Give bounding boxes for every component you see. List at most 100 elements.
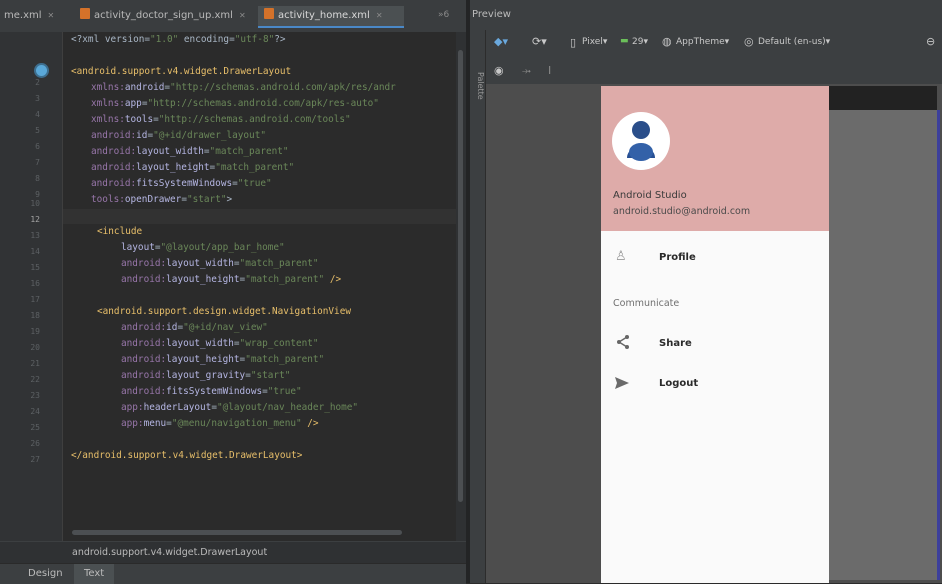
xml-file-icon [264,8,274,19]
code-line: xmlns:android="http://schemas.android.co… [91,82,396,93]
line-number: 20 [30,343,40,352]
editor-horizontal-scrollbar[interactable] [72,530,402,535]
line-number: 4 [35,110,40,119]
code-line: xmlns:tools="http://schemas.android.com/… [91,114,351,125]
menu-item-profile[interactable]: ♙ Profile [601,242,829,274]
editor-mode-tabs: Design Text [0,563,466,584]
zoom-out-icon[interactable]: ⊖ [926,35,935,48]
preview-header [470,0,942,30]
line-number: 26 [30,439,40,448]
api-level-dropdown[interactable]: 29▾ [632,37,648,47]
code-line: android:layout_width="match_parent" [91,146,289,157]
line-number: 18 [30,311,40,320]
code-line: android:layout_height="match_parent" [91,162,295,173]
line-number: 19 [30,327,40,336]
line-number: 15 [30,263,40,272]
current-line-number: 12 [30,215,40,224]
line-number: 27 [30,455,40,464]
locale-dropdown[interactable]: Default (en-us)▾ [758,37,830,47]
code-lines: <?xml version="1.0" encoding="utf-8"?> <… [63,32,456,541]
line-number: 14 [30,247,40,256]
preview-title: Preview [472,9,511,20]
close-icon[interactable]: ✕ [239,11,246,20]
xml-file-icon [80,8,90,19]
line-number: 3 [35,94,40,103]
code-line: android:layout_height="match_parent" /> [121,274,342,285]
menu-item-share[interactable]: Share [601,328,829,360]
editor-tab-bar: me.xml ✕ activity_doctor_sign_up.xml ✕ act… [0,0,466,33]
code-line: </android.support.v4.widget.DrawerLayout… [71,450,303,461]
breadcrumb-item[interactable]: android.support.v4.widget.DrawerLayout [72,547,267,558]
line-number: 8 [35,174,40,183]
code-line: android:fitsSystemWindows="true" [91,178,272,189]
line-number: 13 [30,231,40,240]
android-api-icon: ▬ [620,36,629,46]
code-line: <android.support.design.widget.Navigatio… [97,306,351,317]
code-line: android:layout_width="match_parent" [121,258,319,269]
close-icon[interactable]: ✕ [48,11,55,20]
design-surface-icon[interactable]: ◆▾ [494,35,508,48]
line-number: 6 [35,142,40,151]
preview-toolbar: ◆▾ ⟳▾ ▯ Pixel▾ ▬ 29▾ ◍ AppTheme▾ ◎ Defau… [486,30,942,59]
tab-activity-home[interactable]: activity_home.xml ✕ [258,6,404,28]
line-number: 2 [35,78,40,87]
eye-icon[interactable]: ◉ [494,64,504,77]
breadcrumb: android.support.v4.widget.DrawerLayout [0,541,466,564]
send-icon [615,377,629,389]
code-line: app:headerLayout="@layout/nav_header_hom… [121,402,359,413]
tab-text[interactable]: Text [74,564,115,584]
line-number: 22 [30,375,40,384]
code-line: android:id="@+id/nav_view" [121,322,268,333]
tab-activity-doctor-sign-up[interactable]: activity_doctor_sign_up.xml ✕ [80,6,246,26]
line-number: 24 [30,407,40,416]
code-line: android:layout_gravity="start" [121,370,291,381]
user-email: android.studio@android.com [613,206,751,217]
code-line: <include [97,226,143,237]
code-line: tools:openDrawer="start"> [91,194,233,205]
code-line: android:id="@+id/drawer_layout" [91,130,266,141]
user-avatar-icon [627,121,655,161]
device-icon: ▯ [570,36,577,49]
avatar [612,112,670,170]
breakpoint-marker[interactable] [36,65,47,76]
app-bar [829,86,937,110]
line-number: 7 [35,158,40,167]
theme-icon: ◍ [662,35,672,48]
line-numbers: 2 3 4 5 6 7 8 9 10 12 13 14 15 16 17 18 … [0,32,62,541]
person-icon: ♙ [615,249,627,264]
close-icon[interactable]: ✕ [376,11,383,20]
line-number: 10 [30,199,40,208]
line-number: 16 [30,279,40,288]
menu-item-logout[interactable]: Logout [601,368,829,400]
code-line: <?xml version="1.0" encoding="utf-8"?> [71,34,286,45]
device-dropdown[interactable]: Pixel▾ [582,37,607,47]
orientation-icon[interactable]: ⟳▾ [532,35,547,48]
tab-overflow-button[interactable]: »6 [438,10,449,20]
tab-design[interactable]: Design [18,564,73,584]
code-line: android:layout_width="wrap_content" [121,338,319,349]
code-line: layout="@layout/app_bar_home" [121,242,285,253]
globe-icon: ◎ [744,35,754,48]
theme-dropdown[interactable]: AppTheme▾ [676,37,729,47]
line-number: 23 [30,391,40,400]
line-number: 21 [30,359,40,368]
code-line: app:menu="@menu/navigation_menu" /> [121,418,319,429]
code-line: android:layout_height="match_parent" [121,354,325,365]
code-line: <android.support.v4.widget.DrawerLayout [71,66,292,77]
user-name: Android Studio [613,190,687,201]
guideline-icon[interactable]: I [548,64,551,77]
preview-secondary-toolbar: ◉ ⤞ I [486,58,942,84]
menu-group-title: Communicate [613,298,680,309]
margin-icon[interactable]: ⤞ [522,64,531,78]
code-line: android:fitsSystemWindows="true" [121,386,302,397]
line-number: 17 [30,295,40,304]
scrollbar-thumb[interactable] [458,50,463,502]
tab-me-xml[interactable]: me.xml ✕ [4,6,54,26]
line-number: 5 [35,126,40,135]
code-line: xmlns:app="http://schemas.android.com/ap… [91,98,379,109]
line-number: 25 [30,423,40,432]
main-content-area [829,110,940,580]
palette-toggle[interactable]: Palette [470,56,485,116]
line-number: 9 [35,190,40,199]
share-icon [617,335,629,349]
